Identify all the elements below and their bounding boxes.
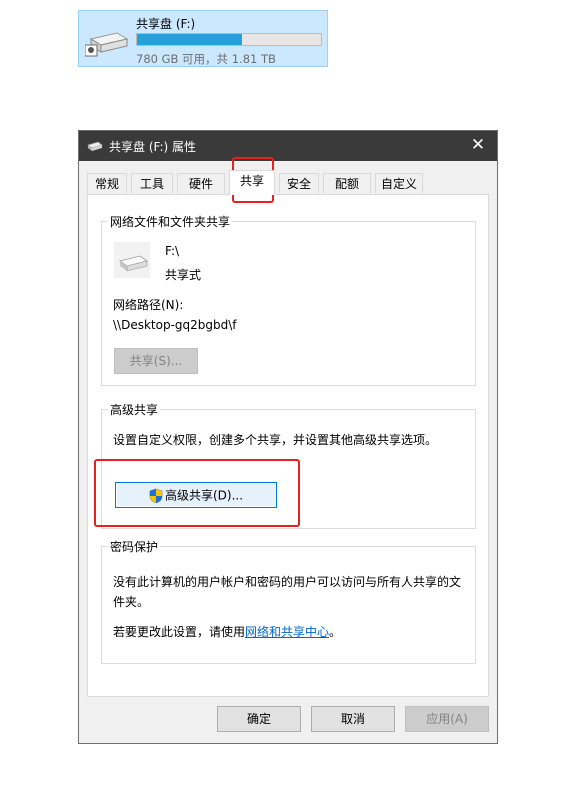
share-path-name: F:\ xyxy=(165,244,180,258)
close-icon: ✕ xyxy=(470,135,486,155)
sharing-panel: 网络文件和文件夹共享 F:\ 共享式 网络路径(N): \\Desktop-gq… xyxy=(87,194,489,697)
drive-free-space: 780 GB 可用，共 1.81 TB xyxy=(136,52,276,66)
drive-name: 共享盘 (F:) xyxy=(136,17,196,31)
password-protection-group: 密码保护 没有此计算机的用户帐户和密码的用户可以访问与所有人共享的文 件夹。 若… xyxy=(101,538,476,664)
drive-usage-fill xyxy=(137,34,242,45)
tab-hardware[interactable]: 硬件 xyxy=(177,173,225,193)
advanced-sharing-description: 设置自定义权限，创建多个共享，并设置其他高级共享选项。 xyxy=(113,433,438,447)
network-sharing-center-link[interactable]: 网络和共享中心 xyxy=(245,625,329,639)
dialog-title: 共享盘 (F:) 属性 xyxy=(109,140,197,154)
ok-button[interactable]: 确定 xyxy=(217,706,301,732)
tab-quota[interactable]: 配额 xyxy=(323,173,371,193)
drive-small-icon xyxy=(87,140,103,152)
advanced-sharing-label: 高级共享 xyxy=(108,401,161,418)
change-setting-text: 若要更改此设置，请使用网络和共享中心。 xyxy=(113,625,342,639)
drive-tile[interactable]: 共享盘 (F:) 780 GB 可用，共 1.81 TB xyxy=(78,10,328,67)
network-sharing-label: 网络文件和文件夹共享 xyxy=(108,213,233,230)
network-path-label: 网络路径(N): xyxy=(113,298,184,312)
drive-usage-bar xyxy=(136,33,322,46)
share-button[interactable]: 共享(S)... xyxy=(114,348,198,374)
share-status: 共享式 xyxy=(165,268,202,282)
cancel-button[interactable]: 取消 xyxy=(311,706,395,732)
network-sharing-group: 网络文件和文件夹共享 F:\ 共享式 网络路径(N): \\Desktop-gq… xyxy=(101,213,476,386)
tab-sharing[interactable]: 共享 xyxy=(229,170,275,195)
drive-icon xyxy=(84,27,129,57)
tab-general[interactable]: 常规 xyxy=(87,173,127,193)
password-protection-description-line2: 件夹。 xyxy=(113,595,150,609)
tab-security[interactable]: 安全 xyxy=(279,173,319,193)
close-button[interactable]: ✕ xyxy=(467,134,489,156)
title-bar[interactable]: 共享盘 (F:) 属性 ✕ xyxy=(79,131,497,161)
highlight-box-advanced-sharing xyxy=(94,459,300,527)
password-protection-description-line1: 没有此计算机的用户帐户和密码的用户可以访问与所有人共享的文 xyxy=(113,575,462,589)
network-path-value: \\Desktop-gq2bgbd\f xyxy=(113,318,237,332)
apply-button[interactable]: 应用(A) xyxy=(405,706,489,732)
drive-share-icon xyxy=(114,242,150,278)
tab-customize[interactable]: 自定义 xyxy=(375,173,423,193)
properties-dialog: 共享盘 (F:) 属性 ✕ 常规 工具 硬件 共享 安全 配额 自定义 网络文件… xyxy=(78,130,498,744)
tab-tools[interactable]: 工具 xyxy=(131,173,173,193)
password-protection-label: 密码保护 xyxy=(108,538,161,555)
